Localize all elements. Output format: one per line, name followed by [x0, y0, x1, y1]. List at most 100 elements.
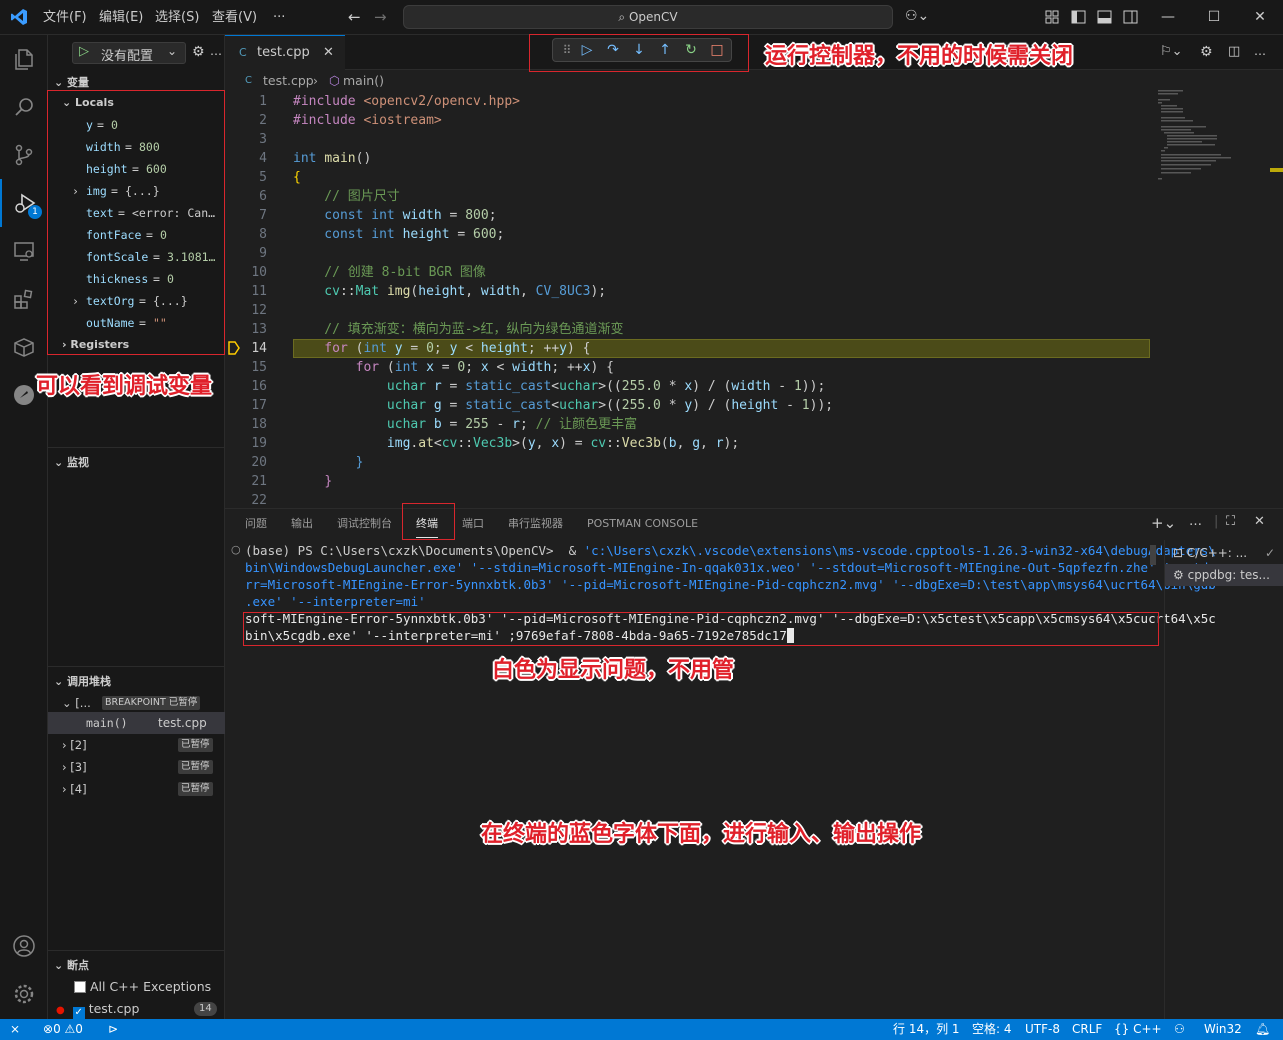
- menu-file[interactable]: 文件(F): [43, 0, 87, 35]
- terminal-list-item[interactable]: ⚙ cppdbg: tes...: [1165, 564, 1283, 586]
- breakpoint-exceptions[interactable]: All C++ Exceptions: [74, 976, 211, 998]
- callstack-thread[interactable]: › [4] 已暂停: [62, 778, 222, 800]
- terminal-scrollbar[interactable]: [1150, 545, 1156, 565]
- maximize-panel-icon[interactable]: ⛶: [1226, 514, 1235, 529]
- close-tab-icon[interactable]: ✕: [323, 36, 334, 70]
- minimap[interactable]: [1155, 88, 1270, 188]
- code-line[interactable]: 9: [225, 244, 1155, 263]
- settings-gear-icon[interactable]: [0, 970, 48, 1018]
- source-control-icon[interactable]: [0, 131, 48, 179]
- command-center[interactable]: ⌕ OpenCV: [403, 5, 893, 29]
- code-line[interactable]: 6 // 图片尺寸: [225, 187, 1155, 206]
- cursor-position[interactable]: 行 14，列 1: [893, 1019, 960, 1040]
- explorer-icon[interactable]: [0, 35, 48, 83]
- run-debug-icon[interactable]: 1: [0, 179, 48, 227]
- panel-more-icon[interactable]: …: [1189, 514, 1202, 529]
- toggle-secondary-sidebar-icon[interactable]: [1123, 10, 1138, 24]
- callstack-thread[interactable]: › [2] 已暂停: [62, 734, 222, 756]
- breadcrumb-file[interactable]: test.cpp: [263, 70, 314, 92]
- search-icon[interactable]: [0, 83, 48, 131]
- gear-icon[interactable]: ⚙: [192, 44, 205, 60]
- maximize-icon[interactable]: ☐: [1191, 0, 1237, 35]
- menu-more[interactable]: ···: [273, 0, 285, 35]
- debug-config-select[interactable]: ▷ 没有配置 ⌄: [72, 42, 186, 64]
- tab-problems[interactable]: 问题: [245, 509, 267, 539]
- tab-serial-monitor[interactable]: 串行监视器: [508, 509, 563, 539]
- tab-output[interactable]: 输出: [291, 509, 313, 539]
- line-ending[interactable]: CRLF: [1072, 1019, 1102, 1040]
- code-line[interactable]: 16 uchar r = static_cast<uchar>((255.0 *…: [225, 377, 1155, 396]
- copilot-status-icon[interactable]: ⚇: [1174, 1019, 1185, 1040]
- extensions-icon[interactable]: [0, 275, 48, 323]
- run-split-icon[interactable]: ⚐⌄: [1160, 44, 1183, 59]
- code-line[interactable]: 18 uchar b = 255 - r; // 让颜色更丰富: [225, 415, 1155, 434]
- tab-test-cpp[interactable]: C test.cpp ✕: [225, 35, 345, 70]
- remote-icon[interactable]: ⨯: [10, 1019, 20, 1040]
- customize-layout-icon[interactable]: [1045, 10, 1059, 24]
- code-line[interactable]: 12: [225, 301, 1155, 320]
- tab-ports[interactable]: 端口: [462, 509, 484, 539]
- menu-selection[interactable]: 选择(S): [155, 0, 199, 35]
- code-line[interactable]: 15 for (int x = 0; x < width; ++x) {: [225, 358, 1155, 377]
- indentation[interactable]: 空格: 4: [972, 1019, 1012, 1040]
- editor-more-icon[interactable]: …: [1254, 44, 1266, 58]
- code-line[interactable]: 11 cv::Mat img(height, width, CV_8UC3);: [225, 282, 1155, 301]
- back-arrow-icon[interactable]: ←: [348, 8, 361, 26]
- terminal-line-4[interactable]: .exe' '--interpreter=mi': [245, 593, 1155, 610]
- callstack-header[interactable]: ⌄ 调用堆栈: [54, 673, 111, 689]
- close-window-icon[interactable]: ✕: [1237, 0, 1283, 35]
- code-line[interactable]: 13 // 填充渐变：横向为蓝->红，纵向为绿色通道渐变: [225, 320, 1155, 339]
- callstack-thread-main[interactable]: ⌄ [... BREAKPOINT 已暂停: [62, 692, 222, 714]
- menu-view[interactable]: 查看(V): [212, 0, 257, 35]
- checkbox-checked[interactable]: ✓: [72, 1007, 85, 1019]
- breadcrumb-symbol[interactable]: main(): [343, 70, 384, 92]
- code-line[interactable]: 19 img.at<cv::Vec3b>(y, x) = cv::Vec3b(b…: [225, 434, 1155, 453]
- terminal-line-1[interactable]: (base) PS C:\Users\cxzk\Documents\OpenCV…: [245, 542, 1216, 559]
- code-line[interactable]: 21 }: [225, 472, 1155, 491]
- forward-arrow-icon[interactable]: →: [374, 8, 387, 26]
- encoding[interactable]: UTF-8: [1025, 1019, 1060, 1040]
- problems-indicator[interactable]: ⊗0 ⚠0: [43, 1019, 83, 1040]
- variables-header[interactable]: ⌄ 变量: [54, 74, 89, 90]
- tab-postman-console[interactable]: POSTMAN CONSOLE: [587, 509, 698, 539]
- breakpoint-file[interactable]: ● ✓ test.cpp 14: [56, 998, 217, 1020]
- notifications-bell-icon[interactable]: 🔔︎: [1255, 1019, 1270, 1040]
- code-line[interactable]: 5{: [225, 168, 1155, 187]
- menu-edit[interactable]: 编辑(E): [99, 0, 143, 35]
- tab-debug-console[interactable]: 调试控制台: [337, 509, 392, 539]
- code-line[interactable]: 10 // 创建 8-bit BGR 图像: [225, 263, 1155, 282]
- editor-gear-icon[interactable]: ⚙: [1200, 44, 1213, 60]
- code-line[interactable]: 20 }: [225, 453, 1155, 472]
- platform[interactable]: Win32: [1204, 1019, 1242, 1040]
- code-line[interactable]: 7 const int width = 800;: [225, 206, 1155, 225]
- minimize-icon[interactable]: —: [1145, 0, 1191, 35]
- terminal-line-3[interactable]: rr=Microsoft-MIEngine-Error-5ynnxbtk.0b3…: [245, 576, 1216, 593]
- account-icon[interactable]: [0, 922, 48, 970]
- callstack-frame[interactable]: main() test.cpp: [48, 712, 225, 734]
- copilot-icon[interactable]: ⚇⌄: [905, 8, 929, 24]
- language-mode[interactable]: {} C++: [1114, 1019, 1162, 1040]
- new-terminal-icon[interactable]: +⌄: [1151, 514, 1176, 532]
- toggle-panel-icon[interactable]: [1097, 10, 1112, 24]
- close-panel-icon[interactable]: ✕: [1254, 514, 1265, 529]
- debug-status-icon[interactable]: ⊳: [108, 1019, 118, 1040]
- remote-explorer-icon[interactable]: [0, 227, 48, 275]
- code-line[interactable]: 4 int main(): [225, 149, 1155, 168]
- watch-header[interactable]: ⌄ 监视: [54, 454, 89, 470]
- terminal-line-2[interactable]: bin\WindowsDebugLauncher.exe' '--stdin=M…: [245, 559, 1216, 576]
- terminal-list-item[interactable]: ⊡ C/C++: ... ✓: [1173, 542, 1283, 564]
- code-line[interactable]: 3: [225, 130, 1155, 149]
- more-icon[interactable]: …: [210, 44, 222, 58]
- code-line[interactable]: 8 const int height = 600;: [225, 225, 1155, 244]
- toggle-sidebar-icon[interactable]: [1071, 10, 1086, 24]
- code-line[interactable]: 17 uchar g = static_cast<uchar>((255.0 *…: [225, 396, 1155, 415]
- callstack-thread[interactable]: › [3] 已暂停: [62, 756, 222, 778]
- code-line[interactable]: 2 #include <iostream>: [225, 111, 1155, 130]
- code-line[interactable]: 14 for (int y = 0; y < height; ++y) {: [225, 339, 1155, 358]
- breakpoints-header[interactable]: ⌄ 断点: [54, 957, 89, 973]
- checkbox-unchecked[interactable]: [74, 981, 86, 993]
- code-line[interactable]: 1 #include <opencv2/opencv.hpp>: [225, 92, 1155, 111]
- package-icon[interactable]: [0, 323, 48, 371]
- split-editor-icon[interactable]: ◫: [1228, 44, 1240, 59]
- start-debug-icon[interactable]: ▷: [79, 44, 89, 59]
